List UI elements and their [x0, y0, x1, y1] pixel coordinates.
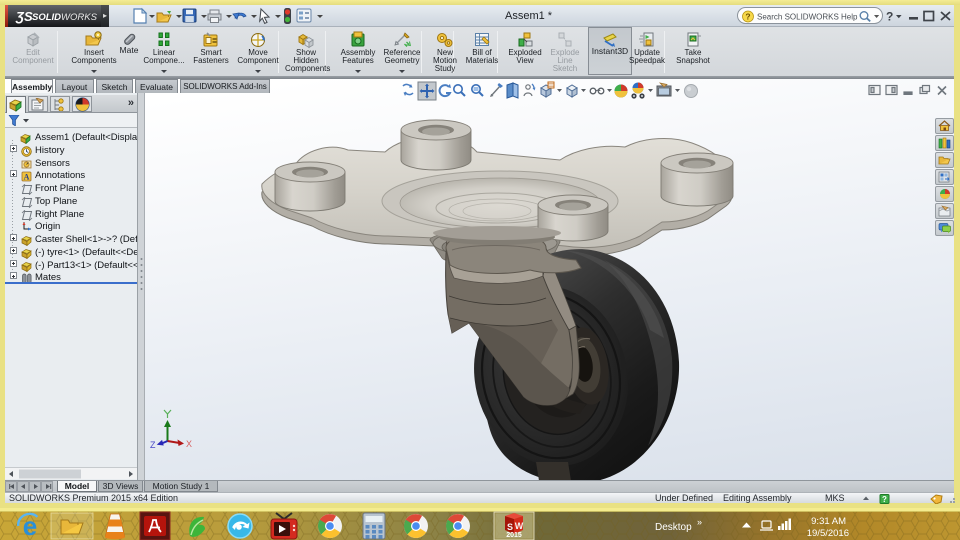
svg-text:Z: Z [150, 440, 156, 450]
svg-text:2015: 2015 [506, 532, 522, 539]
svg-text:X: X [186, 439, 192, 449]
svg-text:Search SOLIDWORKS Help: Search SOLIDWORKS Help [757, 12, 858, 21]
svg-text:ƷS: ƷS [15, 9, 33, 24]
svg-text:A: A [24, 173, 30, 182]
svg-text:Desktop: Desktop [655, 522, 692, 533]
svg-text:SOLIDWORKS: SOLIDWORKS [32, 12, 98, 23]
svg-text:S: S [507, 522, 513, 532]
svg-text:?: ? [886, 10, 893, 24]
svg-text:»: » [697, 517, 702, 527]
svg-text:W: W [515, 521, 524, 531]
svg-text:19/5/2016: 19/5/2016 [807, 528, 849, 539]
svg-text:?: ? [745, 11, 750, 21]
svg-text:?: ? [882, 495, 887, 504]
svg-text:9:31 AM: 9:31 AM [811, 516, 846, 527]
